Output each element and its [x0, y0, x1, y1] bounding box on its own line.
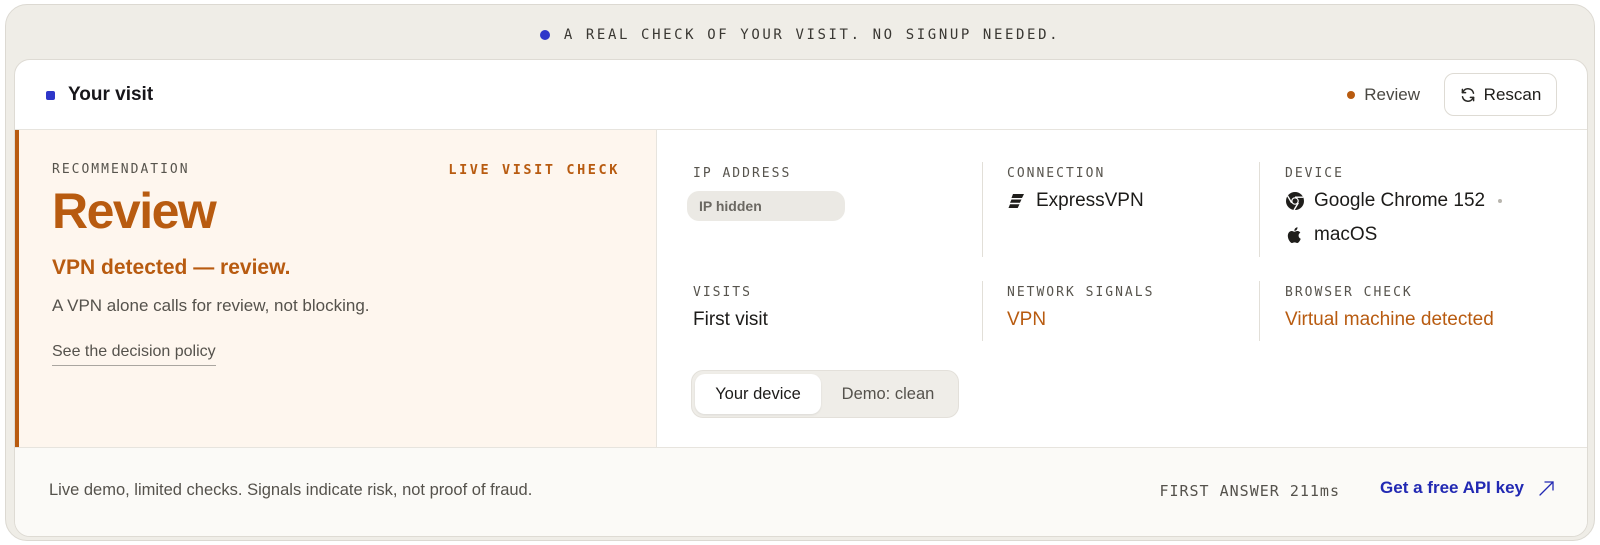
device-mode-toggle: Your device Demo: clean	[691, 370, 959, 418]
card-title-text: Your visit	[68, 84, 154, 105]
get-api-key-link[interactable]: Get a free API key	[1380, 478, 1555, 498]
connection-label: CONNECTION	[1007, 166, 1106, 181]
refresh-icon	[1461, 87, 1475, 102]
visits-value: First visit	[693, 309, 768, 330]
decision-policy-link[interactable]: See the decision policy	[52, 343, 216, 366]
verdict-title: Review	[52, 183, 217, 239]
visits-label: VISITS	[693, 285, 752, 300]
visit-card: Your visit Review Rescan RECOMMENDATION …	[14, 59, 1588, 537]
column-divider	[982, 162, 983, 257]
get-api-key-label: Get a free API key	[1380, 478, 1524, 497]
rescan-label: Rescan	[1483, 84, 1542, 104]
ip-address-label: IP ADDRESS	[693, 166, 792, 181]
column-divider	[1259, 162, 1260, 257]
banner-text: A REAL CHECK OF YOUR VISIT. NO SIGNUP NE…	[563, 27, 1061, 43]
connection-text: ExpressVPN	[1036, 190, 1144, 211]
verdict-headline: VPN detected — review.	[52, 256, 291, 279]
live-visit-check-tag: LIVE VISIT CHECK	[448, 162, 620, 178]
apple-icon	[1287, 227, 1301, 243]
your-device-option[interactable]: Your device	[695, 374, 821, 414]
os-text: macOS	[1314, 224, 1378, 245]
card-header: Your visit Review Rescan	[15, 60, 1587, 130]
card-title: Your visit	[46, 60, 153, 130]
status-text: Review	[1364, 85, 1420, 104]
square-marker-icon	[46, 90, 55, 100]
top-banner: A REAL CHECK OF YOUR VISIT. NO SIGNUP NE…	[6, 23, 1594, 47]
column-divider	[1259, 281, 1260, 341]
separator-dot	[1498, 199, 1503, 203]
connection-value: ExpressVPN	[1007, 190, 1144, 212]
footer-disclaimer: Live demo, limited checks. Signals indic…	[49, 481, 533, 499]
network-signals-label: NETWORK SIGNALS	[1007, 285, 1155, 300]
expressvpn-icon	[1008, 194, 1024, 208]
column-divider	[982, 281, 983, 341]
verdict-description: A VPN alone calls for review, not blocki…	[52, 296, 370, 315]
chrome-icon	[1286, 192, 1304, 211]
recommendation-panel: RECOMMENDATION LIVE VISIT CHECK Review V…	[15, 130, 657, 447]
ip-hidden-pill: IP hidden	[687, 191, 845, 221]
arrow-up-right-icon	[1539, 480, 1554, 496]
network-signals-value: VPN	[1007, 309, 1047, 330]
browser-text: Google Chrome 152	[1314, 190, 1486, 211]
card-footer: Live demo, limited checks. Signals indic…	[15, 447, 1587, 536]
browser-value: Google Chrome 152	[1285, 190, 1503, 212]
signals-panel: IP ADDRESS IP hidden CONNECTION ExpressV…	[657, 130, 1587, 447]
first-answer-timing: FIRST ANSWER 211ms	[1159, 482, 1340, 500]
browser-check-label: BROWSER CHECK	[1285, 285, 1413, 300]
widget-shell: A REAL CHECK OF YOUR VISIT. NO SIGNUP NE…	[5, 4, 1595, 541]
banner-dot-icon	[539, 30, 550, 40]
demo-clean-option[interactable]: Demo: clean	[821, 374, 955, 414]
os-value: macOS	[1285, 224, 1377, 246]
device-label: DEVICE	[1285, 166, 1344, 181]
status-indicator: Review	[1347, 60, 1420, 130]
rescan-button[interactable]: Rescan	[1444, 73, 1557, 116]
recommendation-label: RECOMMENDATION	[52, 162, 190, 177]
browser-check-value: Virtual machine detected	[1285, 309, 1494, 330]
status-dot-icon	[1347, 91, 1356, 99]
